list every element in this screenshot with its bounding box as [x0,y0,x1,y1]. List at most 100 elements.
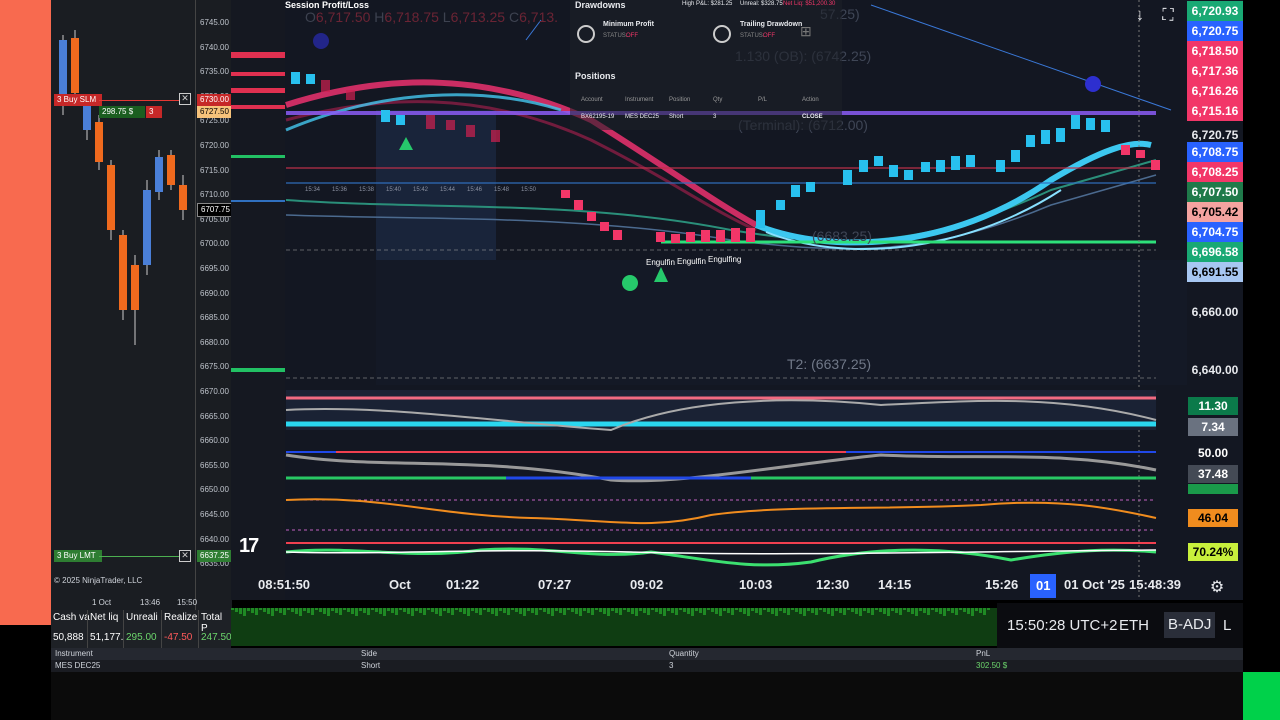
mini-time-label: 15:46 [467,187,483,193]
ohlc-h-label: H [374,9,385,25]
add-icon[interactable]: ⊞ [800,24,816,40]
ninja-price-tick: 6670.00 [200,387,229,396]
session-pl-title: Session Profit/Loss [285,0,370,10]
green-indicator-square [1243,672,1280,720]
engulfing-label-1: Engulfin [646,258,675,267]
left-background [0,0,51,625]
header-total-pl: Total P [201,612,223,634]
value-unrealized: 295.00 [126,632,157,643]
price-axis-label: 6,708.25 [1187,162,1243,182]
ninja-price-tick: 6740.00 [200,42,229,52]
fullscreen-icon[interactable]: ⛶ [1158,7,1178,27]
price-axis-label: 6,716.26 [1187,81,1243,101]
price-axis-label: 6,708.75 [1187,142,1243,162]
mini-time-label: 15:50 [521,187,537,193]
tradingview-logo[interactable]: 17 [239,535,271,557]
pos-row-instrument: MES DEC25 [625,114,660,120]
mini-time-label: 15:48 [494,187,510,193]
positions-table: Instrument Side Quantity PnL MES DEC25 S… [51,648,1243,720]
close-buy-order-icon[interactable]: ✕ [179,550,191,562]
high-pl: High P&L: $281.25 [682,1,733,7]
close-position-button[interactable]: CLOSE [802,114,823,120]
price-axis-label: 6,707.50 [1187,182,1243,202]
unreal-pl: Unreal: $328.75 [740,1,783,7]
buy-order-label[interactable]: 3 Buy LMT [54,550,102,562]
header-unrealized: Unreali [126,612,158,623]
positions-title: Positions [575,71,616,81]
trailing-status: OFF [763,33,775,39]
engulfing-label-2: Engulfin [677,257,706,266]
settings-gear-icon[interactable]: ⚙ [1207,577,1227,597]
row-pnl: 302.50 $ [976,661,1008,670]
ninja-price-tick: 6690.00 [200,288,229,298]
volume-strip [231,608,997,646]
sell-order-line [99,100,179,101]
ninja-price-tick: 6680.00 [200,337,229,347]
price-axis-label: 6,717.36 [1187,61,1243,81]
right-margin [1243,0,1280,720]
mid-target-label: (6683.25) [812,228,872,244]
download-icon[interactable]: ↓ [1130,7,1150,27]
extra-toggle[interactable]: L [1223,617,1231,634]
value-realized: -47.50 [164,632,193,643]
mini-time-label: 15:44 [440,187,456,193]
adjustment-toggle[interactable]: B-ADJ [1164,612,1216,638]
pos-col-position: Position [669,97,691,103]
time-axis-label: 15:26 [985,577,1019,592]
ninja-price-tick: 6715.00 [200,165,229,175]
sell-order-qty[interactable]: 3 [146,106,162,118]
indicator-value-6: 70.24% [1188,543,1238,561]
sell-order-label[interactable]: 3 Buy SLM [54,94,102,106]
session-toggle[interactable]: ETH [1119,617,1149,634]
price-axis-label: 6,640.00 [1191,363,1239,377]
ninja-date-3: 15:50 [177,598,198,607]
ninja-price-tick: 6685.00 [200,313,229,323]
price-axis-label: 6,660.00 [1191,305,1239,319]
time-axis-label: 01 Oct '25 [1064,577,1125,592]
current-price-tag: 6727.50 [197,106,231,118]
min-profit-status-label: STATUS: [603,33,628,39]
col-instrument: Instrument [55,649,93,658]
time-axis-label: 10:03 [739,577,773,592]
col-quantity: Quantity [669,649,699,658]
ninja-price-tick: 6665.00 [200,411,229,421]
utc-clock[interactable]: 15:50:28 UTC+2 [1007,617,1118,634]
ohlc-h: 6,718.75 [384,9,439,25]
time-axis-label: 14:15 [878,577,912,592]
engulfing-label-3: Engulfing [708,255,742,264]
status-bar: 15:50:28 UTC+2 ETH B-ADJ L [997,603,1243,648]
time-axis-label: 07:27 [538,577,572,592]
time-axis-label: 08:51:50 [258,577,311,592]
header-cash-value: Cash va [53,612,90,623]
indicator-value-3: 50.00 [1197,446,1229,460]
buy-order-line [99,556,179,557]
ninja-price-tick: 6655.00 [200,460,229,470]
time-axis-label: 09:02 [630,577,664,592]
ninja-price-tick: 6745.00 [200,18,229,27]
ninjatrader-candles [59,30,187,345]
ninja-price-tick: 6695.00 [200,264,229,273]
min-profit-ring [577,25,595,43]
price-axis-label: 6,705.42 [1187,202,1243,222]
drawdown-panel: Drawdowns High P&L: $281.25 Unreal: $328… [570,0,842,130]
close-order-icon[interactable]: ✕ [179,93,191,105]
price-axis-label: 6,704.75 [1187,222,1243,242]
header-realized: Realize [164,612,198,623]
price-axis-label: 6,720.75 [1187,21,1243,41]
account-summary: Cash va Net liq Unreali Realize Total P … [51,610,232,648]
ohlc-c: 6,713. [519,9,559,25]
left-background-bottom [0,625,51,720]
ninja-price-tick: 6660.00 [200,436,229,446]
price-axis-label: 6,720.93 [1187,1,1243,21]
ninja-date-2: 13:46 [140,598,161,607]
drawdowns-title: Drawdowns [575,0,626,10]
price-axis-label: 6,696.58 [1187,242,1243,262]
ninja-price-tick: 6645.00 [200,510,229,519]
value-total-pl: 247.50 [201,632,232,643]
value-net-liq: 51,177. [90,632,124,643]
time-cursor-label: 01 C [1030,574,1056,598]
ninja-price-tick: 6650.00 [200,485,229,495]
ninja-price-tick: 6675.00 [200,362,229,372]
col-pnl: PnL [976,649,991,658]
table-row[interactable]: MES DEC25 Short 3 302.50 $ [51,660,1243,672]
